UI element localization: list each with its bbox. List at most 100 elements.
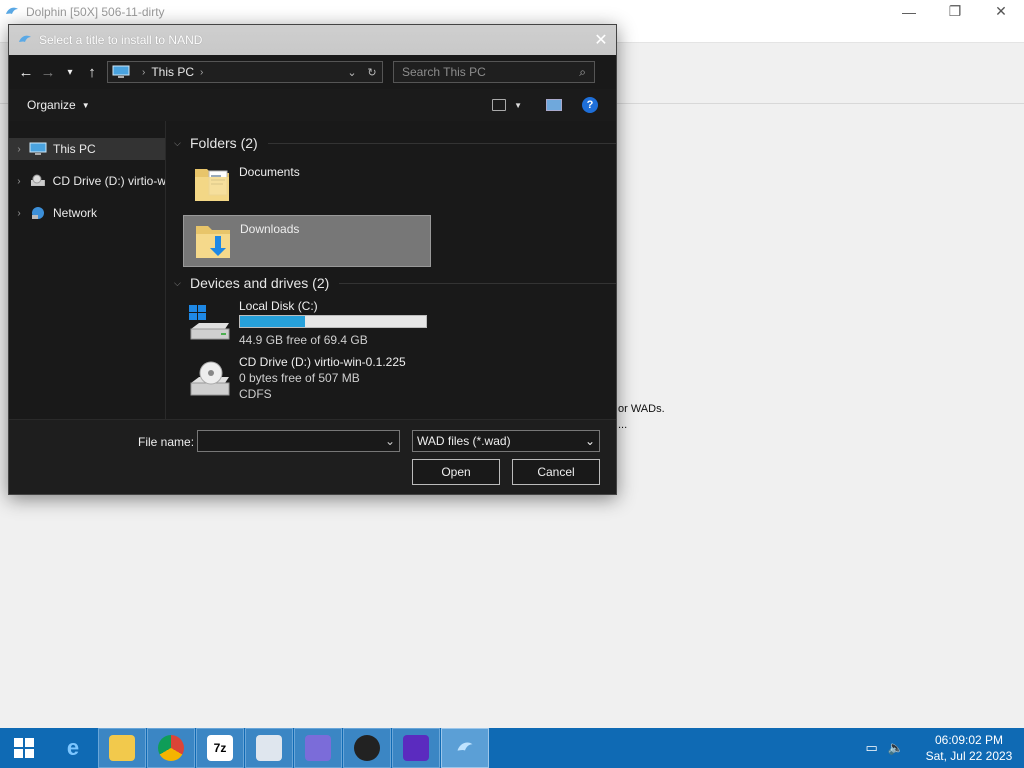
clock-date: Sat, Jul 22 2023 — [925, 749, 1013, 763]
filename-label: File name: — [138, 435, 195, 449]
filename-combobox[interactable]: ⌄ — [197, 430, 400, 452]
address-dropdown-icon[interactable]: ⌄ — [342, 66, 362, 79]
chevron-down-icon: ▼ — [81, 100, 90, 110]
taskbar-chrome[interactable] — [147, 728, 195, 768]
sidebar-item-network[interactable]: › Network — [9, 202, 165, 224]
recent-locations-button[interactable]: ▾ — [59, 61, 81, 83]
taskbar-internet-explorer[interactable]: e — [49, 728, 97, 768]
chrome-icon — [158, 735, 184, 761]
expand-chevron-icon[interactable]: › — [9, 208, 29, 219]
back-button[interactable]: ← — [15, 61, 37, 83]
7zip-icon: 7z — [207, 735, 233, 761]
taskbar-7zip[interactable]: 7z — [196, 728, 244, 768]
folder-documents[interactable]: Documents — [183, 159, 431, 211]
drive-name: CD Drive (D:) virtio-win-0.1.225 — [239, 355, 406, 369]
game-list-hint-text: or WADs. — [618, 403, 665, 415]
sidebar-item-label: Network — [53, 206, 98, 220]
organize-label: Organize — [27, 98, 76, 112]
chevron-down-icon: ⌵ — [174, 277, 181, 288]
sidebar-item-label: CD Drive (D:) virtio-w — [52, 174, 165, 188]
file-explorer-icon — [109, 735, 135, 761]
change-view-button[interactable]: ▼ — [492, 99, 522, 111]
sidebar-item-cd-drive[interactable]: › CD Drive (D:) virtio-w — [9, 170, 165, 192]
minimize-button[interactable]: — — [886, 4, 932, 20]
windows-drive-icon — [189, 305, 230, 340]
filename-input[interactable] — [198, 433, 385, 449]
volume-icon[interactable]: 🔈 — [888, 740, 904, 756]
cd-drive-icon — [30, 174, 45, 186]
game-list-hint-text-2: ... — [618, 419, 628, 431]
preview-pane-icon[interactable] — [546, 99, 562, 111]
taskbar-dolphin[interactable] — [441, 728, 489, 768]
drive-usage-bar — [239, 315, 427, 328]
dialog-close-button[interactable]: ✕ — [586, 30, 616, 50]
organize-button[interactable]: Organize ▼ — [27, 98, 90, 112]
drive-free-space: 0 bytes free of 507 MB — [239, 371, 360, 385]
main-titlebar: Dolphin [50X] 506-11-dirty — ❐ ✕ — [0, 0, 1024, 23]
search-input[interactable] — [402, 65, 580, 79]
taskbar-game[interactable] — [392, 728, 440, 768]
folder-name: Documents — [239, 165, 300, 179]
network-status-icon[interactable]: ▭ — [866, 740, 878, 756]
sidebar-item-label: This PC — [53, 142, 96, 156]
navigation-bar: ← → ▾ ↑ › This PC › ⌄ ↻ ⌕ — [9, 55, 616, 89]
expand-chevron-icon[interactable]: › — [9, 144, 29, 155]
game-icon — [403, 735, 429, 761]
drives-group-header[interactable]: ⌵ Devices and drives (2) — [174, 271, 616, 295]
taskbar-inkscape[interactable] — [343, 728, 391, 768]
up-button[interactable]: ↑ — [81, 61, 103, 83]
clock[interactable]: 06:09:02 PM Sat, Jul 22 2023 — [914, 732, 1024, 764]
chevron-down-icon[interactable]: ⌄ — [385, 434, 395, 448]
expand-chevron-icon[interactable]: › — [9, 176, 29, 187]
help-icon[interactable]: ? — [582, 97, 598, 113]
search-box[interactable]: ⌕ — [393, 61, 595, 83]
dialog-titlebar: Select a title to install to NAND ✕ — [9, 25, 616, 55]
dialog-body: › This PC › CD Drive (D:) virtio-w › Net… — [9, 121, 616, 419]
command-bar: Organize ▼ ▼ ? — [9, 89, 616, 121]
network-icon — [32, 207, 44, 219]
file-open-dialog: Select a title to install to NAND ✕ ← → … — [8, 24, 617, 495]
address-bar[interactable]: › This PC › ⌄ ↻ — [107, 61, 383, 83]
group-header-label: Devices and drives (2) — [190, 275, 330, 291]
computer-icon — [29, 142, 47, 155]
folder-name: Downloads — [240, 222, 300, 236]
sidebar-item-this-pc[interactable]: › This PC — [9, 138, 165, 160]
windows-logo-icon — [14, 738, 34, 758]
inkscape-icon — [354, 735, 380, 761]
file-type-filter[interactable]: WAD files (*.wad) ⌄ — [412, 430, 600, 452]
taskbar-app[interactable] — [294, 728, 342, 768]
maximize-button[interactable]: ❐ — [932, 3, 978, 20]
dolphin-icon — [457, 742, 473, 751]
forward-button[interactable]: → — [37, 61, 59, 83]
address-location[interactable]: This PC — [151, 65, 194, 79]
dialog-title: Select a title to install to NAND — [39, 33, 203, 47]
drive-filesystem: CDFS — [239, 387, 272, 401]
open-button[interactable]: Open — [412, 459, 500, 485]
chevron-down-icon: ▼ — [514, 100, 522, 110]
drive-cd-d[interactable]: CD Drive (D:) virtio-win-0.1.225 0 bytes… — [183, 353, 616, 409]
chevron-down-icon: ⌵ — [174, 137, 181, 148]
refresh-icon[interactable]: ↻ — [362, 66, 382, 79]
taskbar-printer-app[interactable] — [245, 728, 293, 768]
close-button[interactable]: ✕ — [978, 3, 1024, 20]
downloads-folder-icon — [196, 226, 230, 258]
navigation-pane: › This PC › CD Drive (D:) virtio-w › Net… — [9, 121, 166, 419]
dialog-footer: File name: ⌄ WAD files (*.wad) ⌄ Open Ca… — [9, 419, 616, 494]
drive-name: Local Disk (C:) — [239, 299, 318, 313]
folder-downloads[interactable]: Downloads — [183, 215, 431, 267]
main-window-title: Dolphin [50X] 506-11-dirty — [26, 4, 165, 19]
chevron-right-icon[interactable]: › — [200, 67, 203, 78]
taskbar-file-explorer[interactable] — [98, 728, 146, 768]
app-icon — [305, 735, 331, 761]
dolphin-icon — [19, 35, 31, 42]
cancel-button[interactable]: Cancel — [512, 459, 600, 485]
start-button[interactable] — [0, 728, 48, 768]
internet-explorer-icon: e — [66, 735, 80, 760]
drive-local-disk-c[interactable]: Local Disk (C:) 44.9 GB free of 69.4 GB — [183, 297, 616, 353]
file-list: ⌵ Folders (2) Documents Downloads ⌵ Devi… — [166, 121, 616, 419]
system-tray: ▭ 🔈 06:09:02 PM Sat, Jul 22 2023 — [866, 728, 1024, 768]
drive-free-space: 44.9 GB free of 69.4 GB — [239, 333, 368, 347]
clock-time: 06:09:02 PM — [934, 733, 1004, 747]
chevron-down-icon: ⌄ — [584, 434, 595, 448]
folders-group-header[interactable]: ⌵ Folders (2) — [174, 131, 616, 155]
